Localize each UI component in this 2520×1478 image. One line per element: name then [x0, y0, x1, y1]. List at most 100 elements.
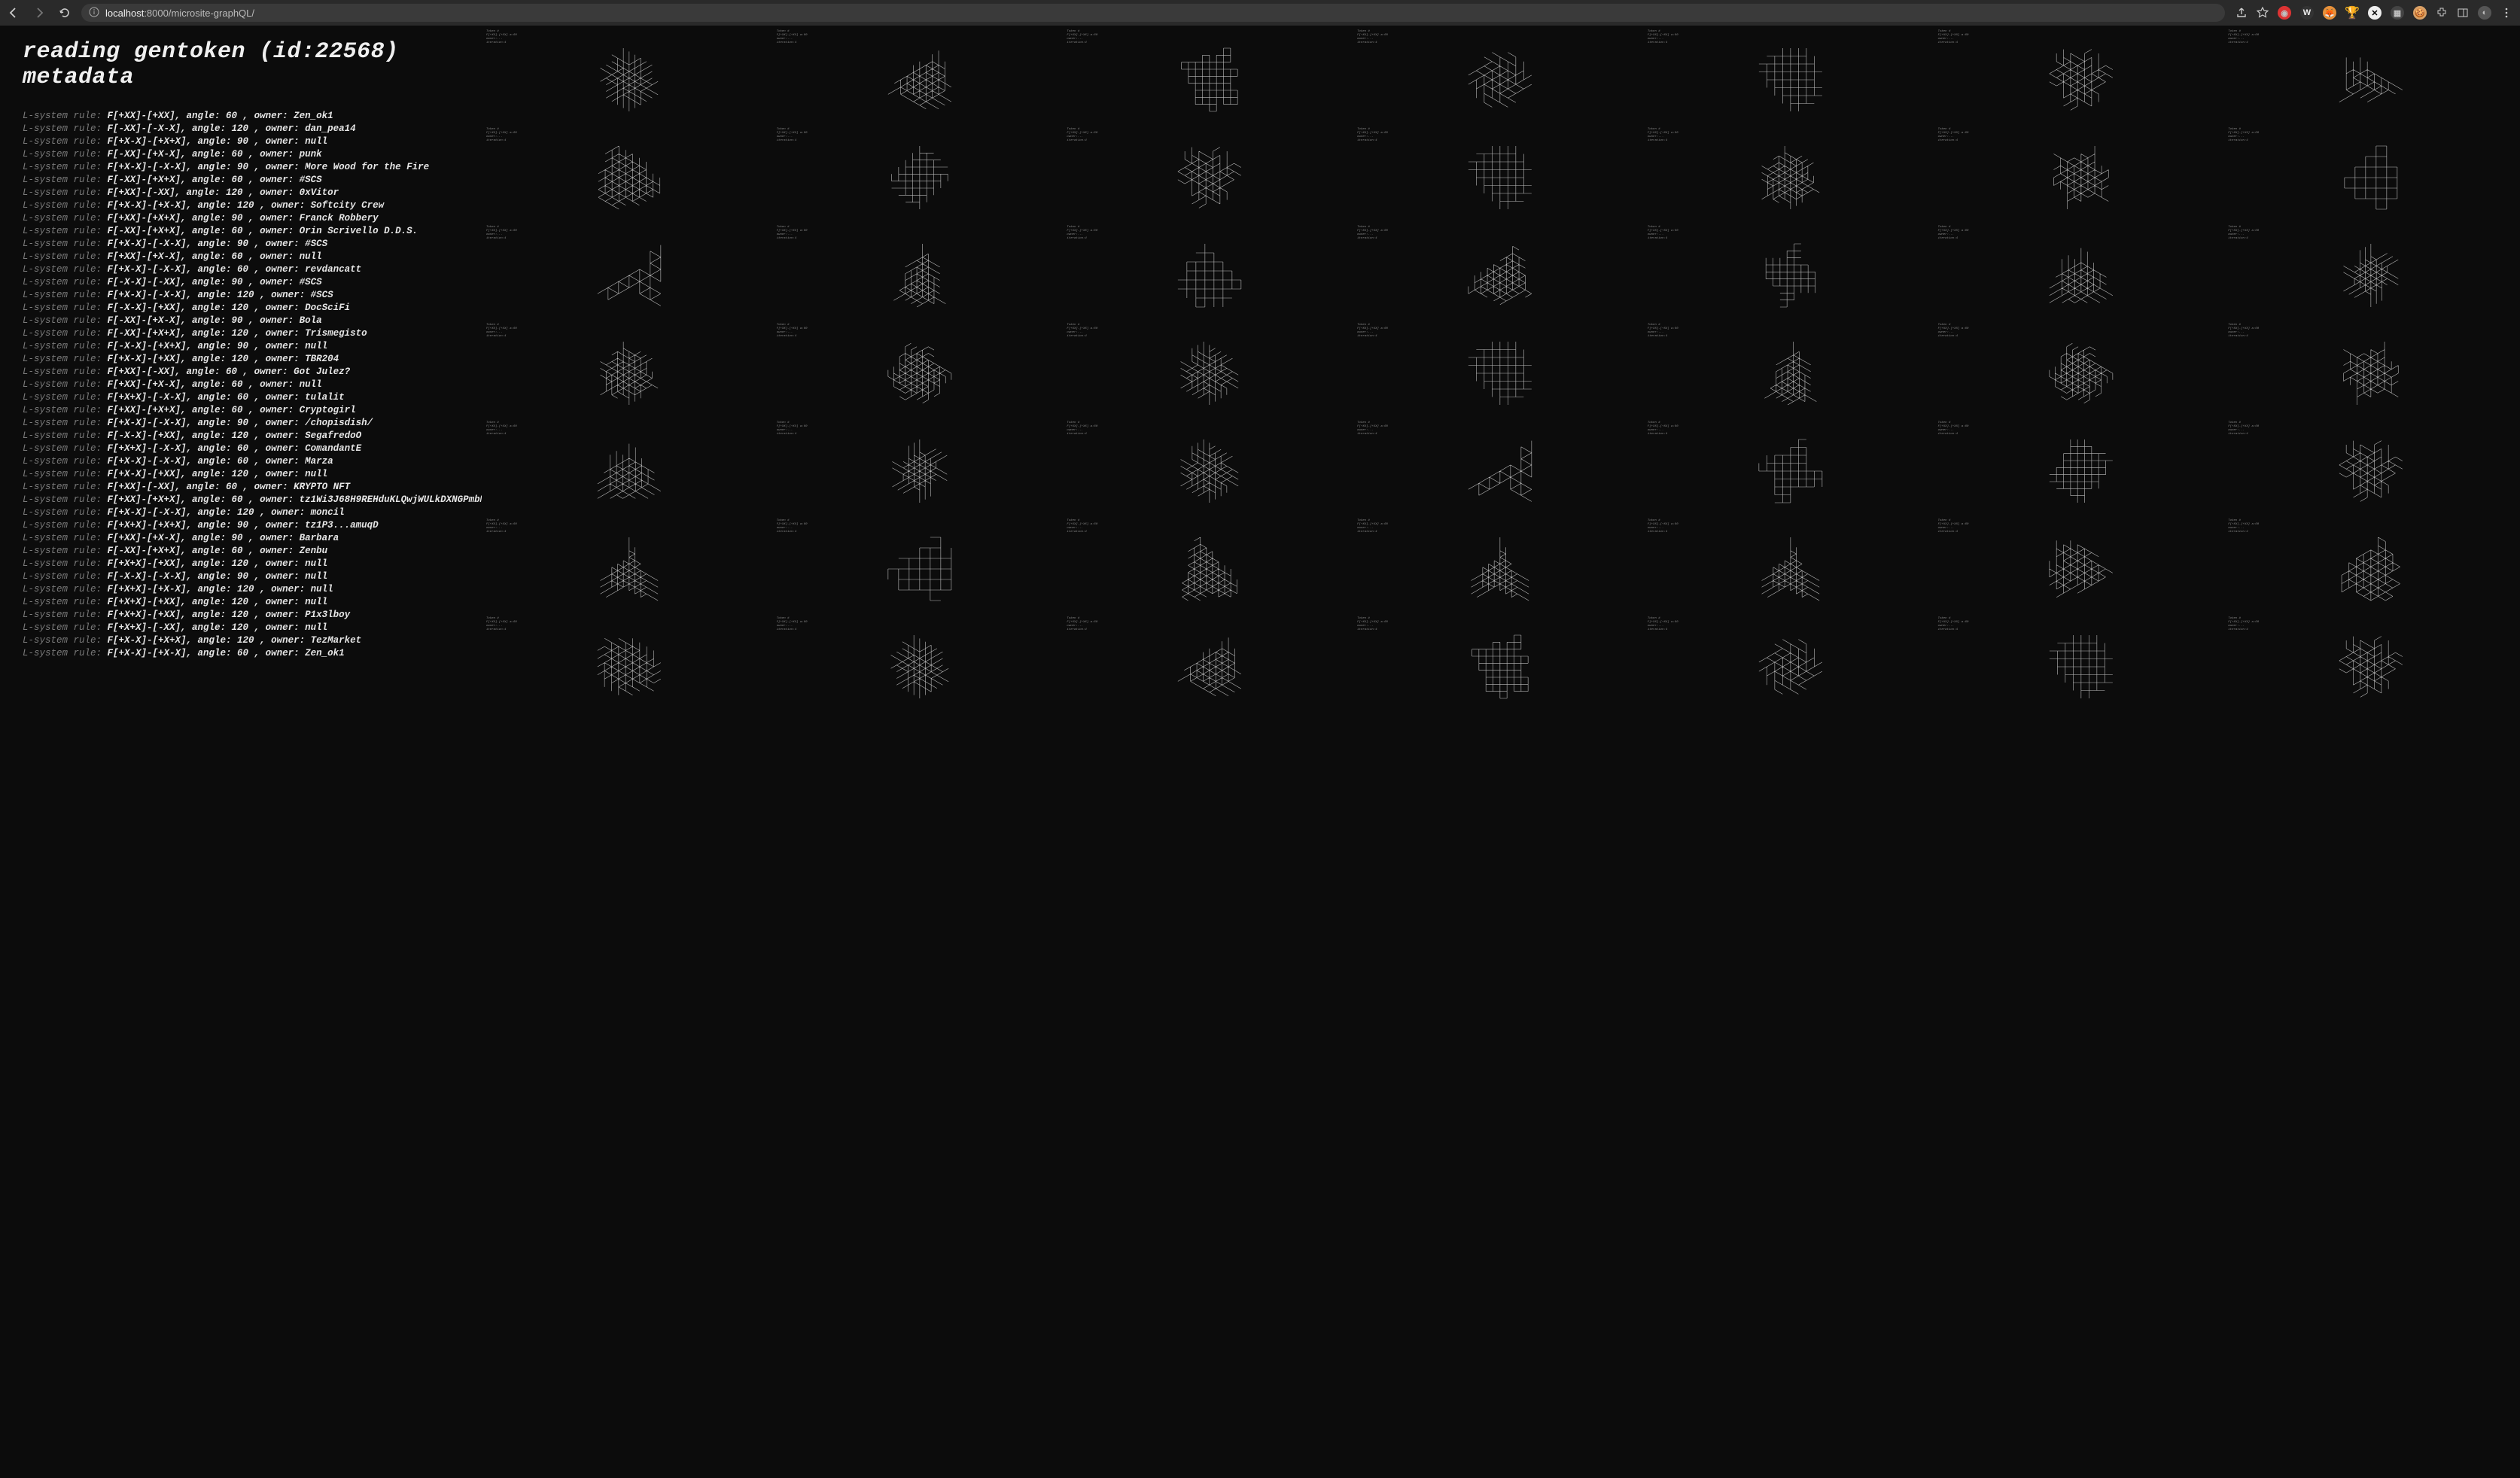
toolbar-extensions: ◉ W 🦊 🏆 ✕ ▦ 🍪 ◐	[2235, 6, 2512, 20]
rule-row: L-system rule: F[+X-X]-[-X-X], angle: 60…	[23, 263, 467, 276]
thumbnail-cell[interactable]: Token # F[+XX]-[+XX] a:60 owner:... iter…	[1356, 29, 1645, 125]
extension-icon[interactable]: W	[2300, 6, 2314, 20]
thumbnail-cell[interactable]: Token # F[+XX]-[+XX] a:60 owner:... iter…	[775, 518, 1064, 614]
thumbnail-cell[interactable]: Token # F[+XX]-[+XX] a:60 owner:... iter…	[2226, 126, 2515, 223]
rule-row: L-system rule: F[-XX]-[-X-X], angle: 120…	[23, 123, 467, 135]
bookmark-icon[interactable]	[2257, 7, 2269, 19]
thumbnail-cell[interactable]: Token # F[+XX]-[+XX] a:60 owner:... iter…	[1937, 224, 2226, 321]
rule-row: L-system rule: F[+XX]-[+X+X], angle: 60 …	[23, 404, 467, 417]
thumbnail-cell[interactable]: Token # F[+XX]-[+XX] a:60 owner:... iter…	[775, 322, 1064, 418]
thumbnail-cell[interactable]: Token # F[+XX]-[+XX] a:60 owner:... iter…	[2226, 518, 2515, 614]
thumbnail-cell[interactable]: Token # F[+XX]-[+XX] a:60 owner:... iter…	[1065, 518, 1354, 614]
thumbnail-cell[interactable]: Token # F[+XX]-[+XX] a:60 owner:... iter…	[1937, 29, 2226, 125]
extension-icon[interactable]: 🏆	[2345, 6, 2359, 20]
rule-row: L-system rule: F[-X-X]-[+X+X], angle: 90…	[23, 340, 467, 353]
thumbnail-cell[interactable]: Token # F[+XX]-[+XX] a:60 owner:... iter…	[1646, 29, 1935, 125]
back-button[interactable]	[8, 7, 20, 19]
rule-row: L-system rule: F[+XX]-[+X-X], angle: 60 …	[23, 379, 467, 391]
profile-avatar[interactable]: ◐	[2478, 6, 2491, 20]
thumbnail-cell[interactable]: Token # F[+XX]-[+XX] a:60 owner:... iter…	[485, 616, 774, 712]
thumbnail-cell[interactable]: Token # F[+XX]-[+XX] a:60 owner:... iter…	[1937, 616, 2226, 712]
thumbnail-cell[interactable]: Token # F[+XX]-[+XX] a:60 owner:... iter…	[1065, 29, 1354, 125]
thumbnail-cell[interactable]: Token # F[+XX]-[+XX] a:60 owner:... iter…	[1937, 518, 2226, 614]
thumbnail-cell[interactable]: Token # F[+XX]-[+XX] a:60 owner:... iter…	[2226, 420, 2515, 516]
thumbnail-cell[interactable]: Token # F[+XX]-[+XX] a:60 owner:... iter…	[2226, 322, 2515, 418]
rule-row: L-system rule: F[+X+X]-[-X-X], angle: 60…	[23, 442, 467, 455]
thumbnail-cell[interactable]: Token # F[+XX]-[+XX] a:60 owner:... iter…	[1356, 420, 1645, 516]
rule-row: L-system rule: F[+X-X]-[-X-X], angle: 90…	[23, 161, 467, 174]
rule-row: L-system rule: F[+X-X]-[-X-X], angle: 90…	[23, 417, 467, 430]
menu-icon[interactable]	[2500, 7, 2512, 19]
thumbnail-cell[interactable]: Token # F[+XX]-[+XX] a:60 owner:... iter…	[775, 616, 1064, 712]
rule-row: L-system rule: F[-XX]-[+X+X], angle: 60 …	[23, 225, 467, 238]
thumbnail-cell[interactable]: Token # F[+XX]-[+XX] a:60 owner:... iter…	[1646, 518, 1935, 614]
extension-icon[interactable]: 🦊	[2323, 6, 2336, 20]
rule-row: L-system rule: F[-X-X]-[-XX], angle: 90 …	[23, 276, 467, 289]
thumbnail-cell[interactable]: Token # F[+XX]-[+XX] a:60 owner:... iter…	[485, 322, 774, 418]
thumbnail-cell[interactable]: Token # F[+XX]-[+XX] a:60 owner:... iter…	[1646, 616, 1935, 712]
thumbnail-cell[interactable]: Token # F[+XX]-[+XX] a:60 owner:... iter…	[1356, 518, 1645, 614]
extension-icon[interactable]: 🍪	[2413, 6, 2427, 20]
panel-icon[interactable]	[2457, 7, 2469, 19]
rule-row: L-system rule: F[-X-X]-[+XX], angle: 120…	[23, 430, 467, 442]
thumbnail-cell[interactable]: Token # F[+XX]-[+XX] a:60 owner:... iter…	[485, 29, 774, 125]
rule-row: L-system rule: F[-XX]-[+X+X], angle: 60 …	[23, 174, 467, 187]
page-title: reading gentoken (id:22568) metadata	[23, 39, 467, 90]
thumbnail-cell[interactable]: Token # F[+XX]-[+XX] a:60 owner:... iter…	[1646, 224, 1935, 321]
thumbnail-cell[interactable]: Token # F[+XX]-[+XX] a:60 owner:... iter…	[775, 126, 1064, 223]
thumbnail-cell[interactable]: Token # F[+XX]-[+XX] a:60 owner:... iter…	[485, 224, 774, 321]
thumbnail-cell[interactable]: Token # F[+XX]-[+XX] a:60 owner:... iter…	[1065, 322, 1354, 418]
extensions-icon[interactable]	[2436, 7, 2448, 19]
thumbnail-cell[interactable]: Token # F[+XX]-[+XX] a:60 owner:... iter…	[775, 224, 1064, 321]
nav-buttons	[8, 7, 71, 19]
rule-row: L-system rule: F[-X-X]-[-X-X], angle: 90…	[23, 570, 467, 583]
rule-row: L-system rule: F[+X+X]-[+X+X], angle: 90…	[23, 519, 467, 532]
extension-icon[interactable]: ▦	[2391, 6, 2404, 20]
rule-row: L-system rule: F[-XX]-[+X+X], angle: 120…	[23, 327, 467, 340]
rule-row: L-system rule: F[+XX]-[+X-X], angle: 60 …	[23, 251, 467, 263]
page-content: reading gentoken (id:22568) metadata L-s…	[0, 26, 2520, 1478]
thumbnail-cell[interactable]: Token # F[+XX]-[+XX] a:60 owner:... iter…	[1065, 420, 1354, 516]
thumbnail-cell[interactable]: Token # F[+XX]-[+XX] a:60 owner:... iter…	[1937, 322, 2226, 418]
forward-button[interactable]	[33, 7, 45, 19]
rule-row: L-system rule: F[-XX]-[+X-X], angle: 90 …	[23, 315, 467, 327]
rule-row: L-system rule: F[+XX]-[-XX], angle: 60 ,…	[23, 481, 467, 494]
rule-row: L-system rule: F[+X+X]-[-X-X], angle: 60…	[23, 391, 467, 404]
rule-row: L-system rule: F[+X-X]-[+X+X], angle: 90…	[23, 135, 467, 148]
rule-row: L-system rule: F[+X-X]-[+X-X], angle: 60…	[23, 647, 467, 660]
rule-row: L-system rule: F[-XX]-[+X+X], angle: 60 …	[23, 545, 467, 558]
address-bar[interactable]: localhost:8000/microsite-graphQL/	[81, 4, 2225, 22]
thumbnail-cell[interactable]: Token # F[+XX]-[+XX] a:60 owner:... iter…	[1356, 322, 1645, 418]
thumbnail-cell[interactable]: Token # F[+XX]-[+XX] a:60 owner:... iter…	[1646, 420, 1935, 516]
thumbnail-cell[interactable]: Token # F[+XX]-[+XX] a:60 owner:... iter…	[1065, 224, 1354, 321]
thumbnail-cell[interactable]: Token # F[+XX]-[+XX] a:60 owner:... iter…	[1356, 126, 1645, 223]
rule-row: L-system rule: F[-X-X]-[+XX], angle: 120…	[23, 302, 467, 315]
rule-row: L-system rule: F[+XX]-[+X+X], angle: 60 …	[23, 494, 467, 506]
thumbnail-cell[interactable]: Token # F[+XX]-[+XX] a:60 owner:... iter…	[1646, 126, 1935, 223]
browser-toolbar: localhost:8000/microsite-graphQL/ ◉ W 🦊 …	[0, 0, 2520, 26]
thumbnail-cell[interactable]: Token # F[+XX]-[+XX] a:60 owner:... iter…	[2226, 616, 2515, 712]
thumbnail-cell[interactable]: Token # F[+XX]-[+XX] a:60 owner:... iter…	[1937, 420, 2226, 516]
thumbnail-cell[interactable]: Token # F[+XX]-[+XX] a:60 owner:... iter…	[485, 420, 774, 516]
share-icon[interactable]	[2235, 7, 2248, 19]
thumbnail-cell[interactable]: Token # F[+XX]-[+XX] a:60 owner:... iter…	[1065, 126, 1354, 223]
thumbnail-cell[interactable]: Token # F[+XX]-[+XX] a:60 owner:... iter…	[1065, 616, 1354, 712]
thumbnail-cell[interactable]: Token # F[+XX]-[+XX] a:60 owner:... iter…	[2226, 29, 2515, 125]
thumbnail-cell[interactable]: Token # F[+XX]-[+XX] a:60 owner:... iter…	[485, 518, 774, 614]
thumbnail-cell[interactable]: Token # F[+XX]-[+XX] a:60 owner:... iter…	[1356, 616, 1645, 712]
thumbnail-cell[interactable]: Token # F[+XX]-[+XX] a:60 owner:... iter…	[1356, 224, 1645, 321]
rule-row: L-system rule: F[+X-X]-[+XX], angle: 120…	[23, 468, 467, 481]
rule-row: L-system rule: F[+XX]-[-XX], angle: 120 …	[23, 187, 467, 199]
reload-button[interactable]	[59, 7, 71, 19]
thumbnail-cell[interactable]: Token # F[+XX]-[+XX] a:60 owner:... iter…	[1937, 126, 2226, 223]
thumbnail-cell[interactable]: Token # F[+XX]-[+XX] a:60 owner:... iter…	[775, 420, 1064, 516]
thumbnail-cell[interactable]: Token # F[+XX]-[+XX] a:60 owner:... iter…	[1646, 322, 1935, 418]
thumbnail-cell[interactable]: Token # F[+XX]-[+XX] a:60 owner:... iter…	[485, 126, 774, 223]
extension-icon[interactable]: ◉	[2278, 6, 2291, 20]
site-info-icon[interactable]	[89, 7, 99, 20]
metadata-panel: reading gentoken (id:22568) metadata L-s…	[0, 26, 482, 1478]
extension-icon[interactable]: ✕	[2368, 6, 2382, 20]
thumbnail-cell[interactable]: Token # F[+XX]-[+XX] a:60 owner:... iter…	[2226, 224, 2515, 321]
rule-row: L-system rule: F[+X+X]-[+XX], angle: 120…	[23, 596, 467, 609]
thumbnail-cell[interactable]: Token # F[+XX]-[+XX] a:60 owner:... iter…	[775, 29, 1064, 125]
